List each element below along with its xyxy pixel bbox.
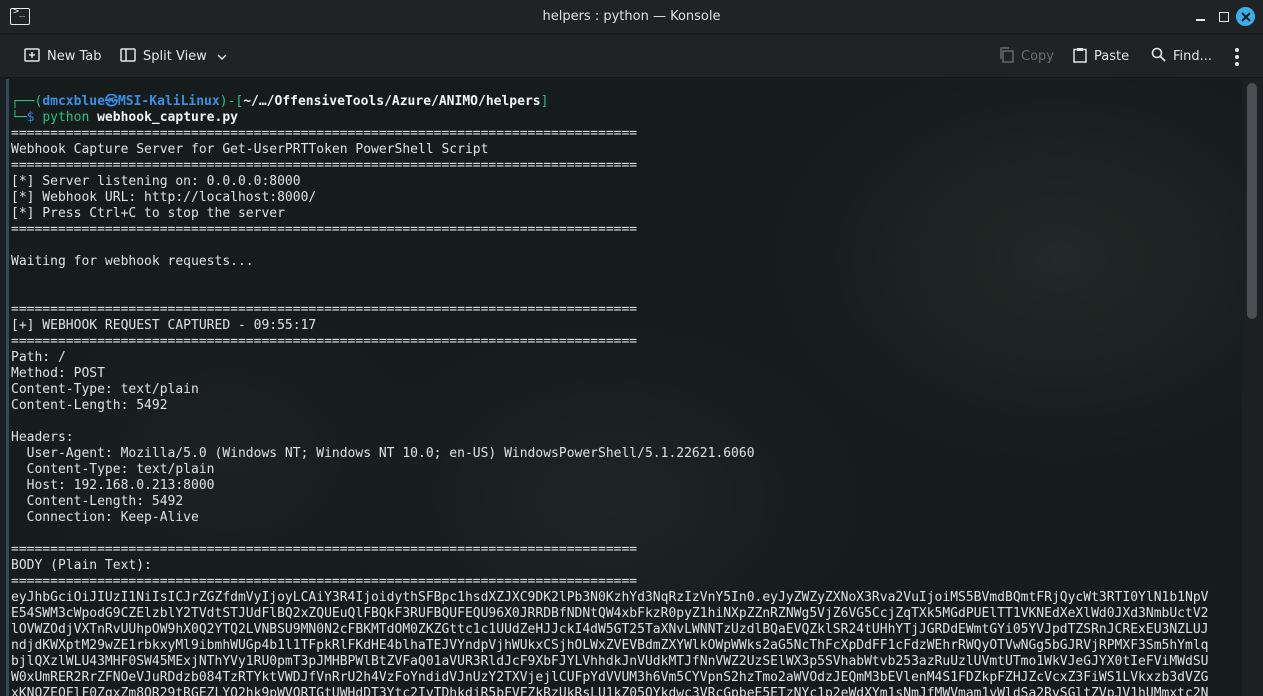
terminal-line: ========================================… [11, 574, 638, 589]
terminal-line: [*] Press Ctrl+C to stop the server [11, 206, 285, 221]
new-tab-button[interactable]: New Tab [24, 35, 102, 78]
terminal-line: Content-Type: text/plain [11, 382, 199, 397]
scrollbar[interactable] [1243, 79, 1263, 696]
terminal-line: Content-Length: 5492 [11, 398, 168, 413]
terminal-line: Method: POST [11, 366, 105, 381]
new-tab-icon [24, 47, 40, 67]
toolbar: New Tab Split View Copy Paste Find... [0, 35, 1263, 78]
prompt-dollar: $ [26, 110, 43, 125]
terminal-line: ========================================… [11, 542, 638, 557]
paste-icon [1073, 47, 1087, 67]
prompt-mid: )-[ [219, 94, 244, 109]
copy-icon [999, 46, 1014, 67]
terminal-line: ========================================… [11, 302, 638, 317]
paste-label: Paste [1094, 49, 1130, 64]
prompt-corner-top: ┌──( [11, 94, 43, 109]
split-view-label: Split View [143, 49, 207, 64]
terminal-line: eyJhbGciOiJIUzI1NiIsICJrZGZfdmVyIjoyLCAi… [11, 590, 1209, 605]
terminal-line: Content-Length: 5492 [11, 494, 184, 509]
split-view-icon [120, 47, 136, 67]
title-bar: >_ helpers : python — Konsole [0, 0, 1263, 34]
terminal-line: [+] WEBHOOK REQUEST CAPTURED - 09:55:17 [11, 318, 317, 333]
copy-button[interactable]: Copy [999, 35, 1054, 78]
prompt-user: dmcxblue [42, 94, 105, 109]
terminal-line: xKNOZEQFlF0ZqxZm8OR29tRGEZLYQ2hk9pWVQRTG… [11, 686, 1209, 696]
maximize-icon[interactable] [1214, 8, 1232, 26]
prompt-line-2: └─$ python webhook_capture.py [11, 110, 1241, 126]
new-tab-label: New Tab [47, 49, 102, 64]
terminal-line: BODY (Plain Text): [11, 558, 152, 573]
terminal-line: bjlQXzlWLU43MHF0SW45MExjNThYVy1RU0pmT3pJ… [11, 654, 1209, 669]
terminal-line: Host: 192.168.0.213:8000 [11, 478, 215, 493]
terminal-line: E54SWM3cWpodG9CZElzblY2TVdtSTJUdFlBQ2xZQ… [11, 606, 1209, 621]
terminal-line: ndjdKWXptM29wZE1rbkxyMl9ibmhWUGp4b1l1TFp… [11, 638, 1209, 653]
terminal-line: ========================================… [11, 222, 638, 237]
terminal-line: Webhook Capture Server for Get-UserPRTTo… [11, 142, 489, 157]
copy-label: Copy [1021, 49, 1054, 64]
kebab-menu-icon[interactable] [1228, 35, 1246, 78]
terminal-line: Content-Type: text/plain [11, 462, 215, 477]
prompt-line-1: ┌──(dmcxblue㉿MSI-KaliLinux)-[~/…/Offensi… [11, 94, 1241, 110]
terminal-line: Path: / [11, 350, 66, 365]
prompt-command: python [42, 110, 90, 125]
terminal-line: ========================================… [11, 334, 638, 349]
terminal-view[interactable]: ┌──(dmcxblue㉿MSI-KaliLinux)-[~/…/Offensi… [6, 79, 1242, 696]
prompt-host: MSI-KaliLinux [117, 94, 220, 109]
paste-button[interactable]: Paste [1073, 35, 1129, 78]
prompt-argument: webhook_capture.py [97, 110, 238, 125]
find-label: Find... [1173, 49, 1213, 64]
prompt-path: ~/…/OffensiveTools/Azure/ANIMO/helpers [243, 94, 541, 109]
close-icon[interactable] [1236, 7, 1255, 26]
scrollbar-thumb[interactable] [1247, 83, 1257, 319]
terminal-line: ========================================… [11, 158, 638, 173]
terminal-line: ========================================… [11, 126, 638, 141]
find-button[interactable]: Find... [1151, 35, 1212, 78]
terminal-line: User-Agent: Mozilla/5.0 (Windows NT; Win… [11, 446, 755, 461]
terminal-line: W0xUmRER2RrZFNOeVJuRDdzb084TzRTYktVWDJfV… [11, 670, 1209, 685]
minimize-icon[interactable] [1192, 8, 1210, 26]
prompt-at: ㉿ [104, 94, 118, 109]
terminal-line: lOVWZOdjVXTnRvUUhpOW9hX0Q2YTQ2LVNBSU9MN0… [11, 622, 1209, 637]
prompt-corner-bottom: └─ [11, 110, 27, 125]
window-title: helpers : python — Konsole [542, 9, 721, 24]
prompt-end: ] [540, 94, 549, 109]
chevron-down-icon[interactable] [217, 49, 227, 64]
terminal-line: Waiting for webhook requests... [11, 254, 254, 269]
terminal-line: Connection: Keep-Alive [11, 510, 199, 525]
terminal-line: [*] Server listening on: 0.0.0.0:8000 [11, 174, 301, 189]
terminal-line: [*] Webhook URL: http://localhost:8000/ [11, 190, 317, 205]
terminal-output: ┌──(dmcxblue㉿MSI-KaliLinux)-[~/…/Offensi… [11, 94, 1241, 696]
search-icon [1151, 47, 1166, 66]
terminal-line: Headers: [11, 430, 74, 445]
split-view-button[interactable]: Split View [120, 35, 227, 78]
